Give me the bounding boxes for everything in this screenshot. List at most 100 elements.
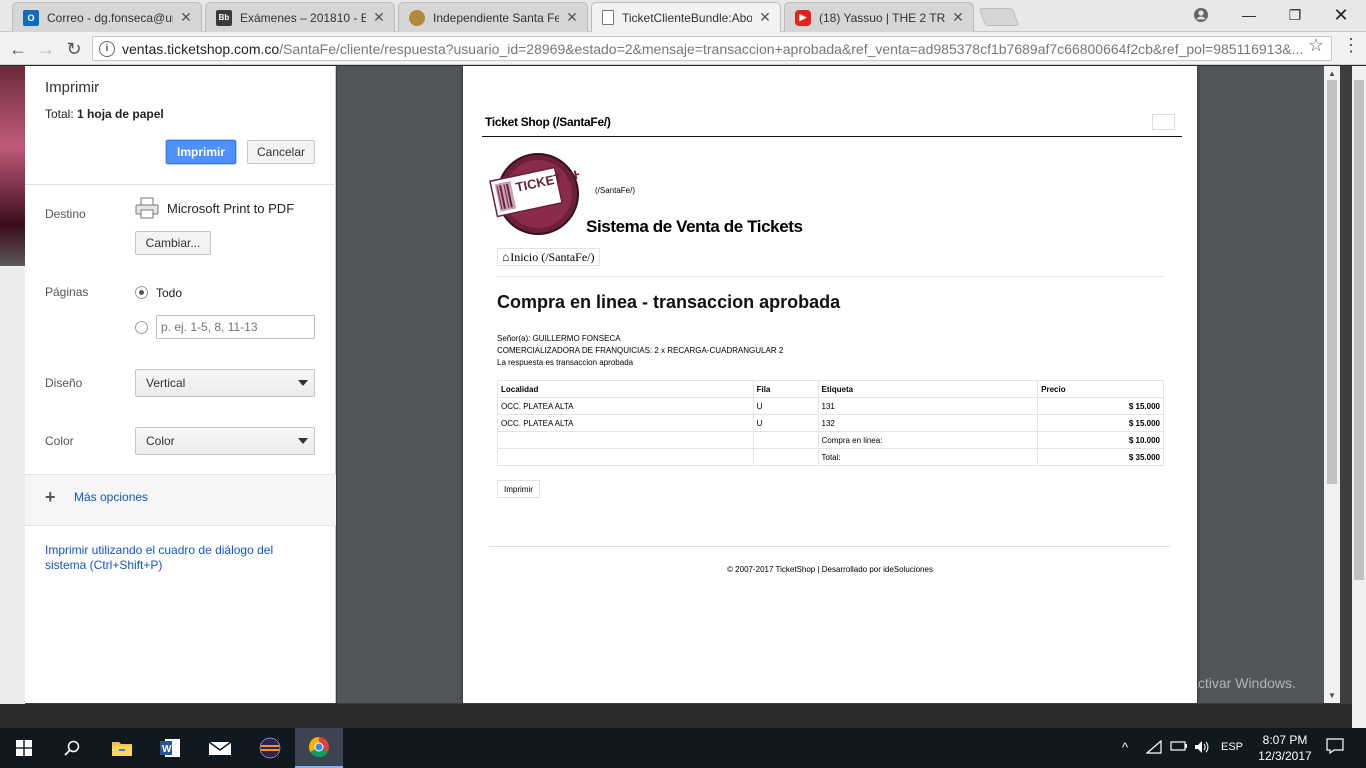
profile-icon[interactable] [1190,5,1212,25]
page-range-input[interactable] [156,315,315,339]
tab-title: Correo - dg.fonseca@uni [47,10,173,25]
minimize-icon[interactable]: — [1226,0,1272,30]
search-icon[interactable] [48,728,96,768]
show-hidden-icons[interactable]: ^ [1122,740,1128,755]
table-row: OCC. PLATEA ALTA U 132 $ 15.000 [497,414,1164,432]
table-cell: 131 [817,397,1039,415]
battery-icon[interactable] [1170,740,1188,755]
url-host: ventas.ticketshop.com.co [122,40,280,57]
table-cell: U [752,397,819,415]
close-icon[interactable]: ✕ [758,9,772,26]
cancel-button[interactable]: Cancelar [247,140,315,164]
taskbar: W ^ ESP 8:07 PM 12/3/2017 [0,728,1366,768]
item-line: COMERCIALIZADORA DE FRANQUICIAS: 2 x REC… [497,346,784,355]
scroll-down-icon[interactable]: ▼ [1328,691,1336,700]
destination-label: Destino [45,207,86,221]
table-row: Total: $ 35.000 [497,448,1164,466]
notifications-icon[interactable] [1326,738,1344,757]
printer-icon [135,197,159,219]
word-icon[interactable]: W [146,728,194,768]
table-cell: Total: [817,448,1039,466]
print-button[interactable]: Imprimir [166,140,236,164]
tab-blackboard[interactable]: Bb Exámenes – 201810 - Exa ✕ [205,2,395,32]
info-icon[interactable]: i [99,40,115,57]
address-bar[interactable]: i ventas.ticketshop.com.co/SantaFe/clien… [92,36,1332,61]
new-tab-button[interactable] [978,8,1020,26]
ticket-table: Localidad Fila Etiqueta Precio OCC. PLAT… [497,380,1164,466]
table-cell [497,448,754,466]
close-icon[interactable]: ✕ [565,9,579,26]
divider [25,184,336,185]
page-footer: © 2007-2017 TicketShop | Desarrollado po… [463,565,1197,574]
pages-custom-radio[interactable] [135,321,148,334]
chevron-down-icon [298,380,308,386]
column-header: Precio [1037,380,1164,398]
more-options-toggle[interactable]: + Más opciones [45,488,148,506]
bookmark-star-icon[interactable]: ☆ [1308,35,1324,56]
column-header: Fila [752,380,819,398]
language-indicator[interactable]: ESP [1221,741,1243,753]
close-icon[interactable]: ✕ [179,9,193,26]
logo-subtitle: (/SantaFe/) [595,186,636,195]
close-icon[interactable]: ✕ [951,9,965,26]
preview-scrollbar[interactable]: ▲ ▼ [1324,66,1340,703]
color-select[interactable]: Color [135,427,315,455]
restore-icon[interactable]: ❐ [1272,0,1318,30]
clock-date: 12/3/2017 [1258,749,1312,763]
pages-all-radio[interactable] [135,286,148,299]
printer-name: Microsoft Print to PDF [167,201,295,216]
system-dialog-link[interactable]: Imprimir utilizando el cuadro de diálogo… [45,543,305,573]
network-icon[interactable] [1145,739,1162,757]
tab-ticketshop[interactable]: TicketClienteBundle:Abo ✕ [591,2,781,32]
header-rule [482,136,1182,137]
purchase-info: Señor(a): GUILLERMO FONSECA COMERCIALIZA… [497,333,783,369]
clock-time: 8:07 PM [1262,733,1308,747]
watermark-line-1: Activar Windows [1036,651,1170,671]
chrome-icon[interactable] [295,728,343,768]
blackboard-icon: Bb [216,9,232,26]
scrollbar-thumb[interactable] [1327,80,1337,484]
header-box [1152,114,1175,130]
close-icon[interactable]: ✕ [372,9,386,26]
eclipse-icon[interactable] [246,728,294,768]
volume-icon[interactable] [1194,740,1210,757]
youtube-icon: ▶ [795,9,811,26]
column-header: Etiqueta [817,380,1039,398]
change-destination-button[interactable]: Cambiar... [135,231,211,255]
tab-outlook[interactable]: O Correo - dg.fonseca@uni ✕ [12,2,202,32]
preview-page: Ticket Shop (/SantaFe/) TICKET SHOP (/Sa… [463,66,1197,703]
pages-label: Páginas [45,285,89,299]
outlook-icon: O [23,9,39,26]
layout-value: Vertical [146,376,186,390]
file-explorer-icon[interactable] [98,728,146,768]
windows-start-icon[interactable] [0,728,48,768]
color-label: Color [45,434,74,448]
print-preview: Ticket Shop (/SantaFe/) TICKET SHOP (/Sa… [337,66,1340,703]
page-scrollbar[interactable] [1352,66,1366,728]
back-icon[interactable]: ← [6,37,30,61]
home-link: ⌂ Inicio (/SantaFe/) [497,248,600,266]
clock[interactable]: 8:07 PM 12/3/2017 [1253,732,1317,764]
reload-icon[interactable]: ↻ [62,37,86,61]
tab-santafe[interactable]: Independiente Santa Fe - ✕ [398,2,588,32]
footer-rule [489,546,1170,547]
table-cell [497,431,754,449]
close-window-icon[interactable]: ✕ [1318,0,1364,30]
table-header-row: Localidad Fila Etiqueta Precio [497,380,1164,398]
url-path: /SantaFe/cliente/respuesta?usuario_id=28… [279,40,1304,57]
home-link-label: Inicio (/SantaFe/) [510,249,595,264]
forward-icon[interactable]: → [34,37,58,61]
preview-print-button: Imprimir [497,480,540,498]
scroll-up-icon[interactable]: ▲ [1328,69,1336,78]
layout-select[interactable]: Vertical [135,369,315,397]
table-cell: $ 15.000 [1037,414,1164,432]
table-cell: OCC. PLATEA ALTA [497,414,754,432]
system-title: Sistema de Venta de Tickets [586,217,803,236]
tab-title: (18) Yassuo | THE 2 TRICK [819,10,945,25]
tab-strip: O Correo - dg.fonseca@uni ✕ Bb Exámenes … [0,0,1366,32]
menu-icon[interactable]: ⋮ [1342,36,1360,54]
customer-line: Señor(a): GUILLERMO FONSECA [497,334,621,343]
mail-icon[interactable] [196,728,244,768]
scrollbar-thumb[interactable] [1354,80,1364,580]
tab-youtube[interactable]: ▶ (18) Yassuo | THE 2 TRICK ✕ [784,2,974,32]
